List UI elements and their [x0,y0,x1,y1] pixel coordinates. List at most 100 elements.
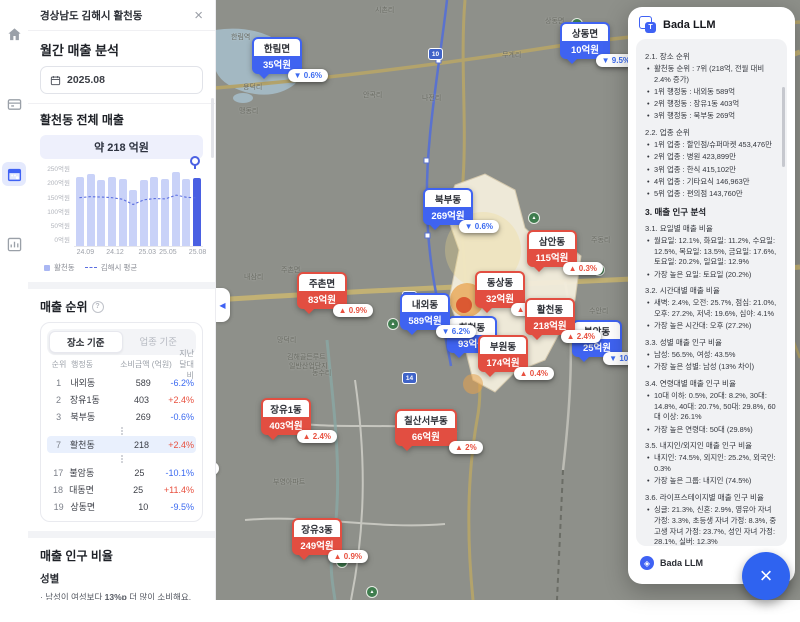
map-place-label: 맹동리 [239,106,258,116]
chart-x-axis: 24.0924.1225.0325.0525.08 [74,247,203,258]
llm-heading: 3.2. 시간대별 매출 비율 [645,285,778,296]
chart-icon[interactable] [2,232,26,256]
map-badge-samandong[interactable]: 삼안동115억원▲ 0.3% [527,230,577,267]
legend-swatch-bar [44,265,50,271]
legend-swatch-dash [85,267,97,268]
bada-llm-logo-icon: T [639,16,656,33]
llm-bullet: 3위 행정동 : 북부동 269억 [645,111,778,122]
app-root: 경상남도 김해시 활천동 × 월간 매출 분석 2025.08 활천동 전체 매… [0,0,800,600]
llm-bullet: 4위 업종 : 기타요식 146,963만 [645,177,778,188]
section-band [28,282,215,289]
map-badge-jangyu3[interactable]: 장유3동249억원▲ 0.9% [292,518,342,555]
tab-by-place[interactable]: 장소 기준 [49,331,123,353]
map-badge-bukbu[interactable]: 북부동269억원▼ 0.6% [423,188,473,225]
map-place-label: 주동리 [591,235,610,245]
calendar-small-icon [50,75,61,86]
calendar-icon[interactable] [2,162,26,186]
llm-heading: 3.4. 연령대별 매출 인구 비율 [645,378,778,389]
map-badge-dongsang[interactable]: 동상동32억원▲ 1.1% [475,271,525,308]
table-row[interactable]: 2장유1동403+2.4% [47,391,196,408]
llm-heading: 3.1. 요일별 매출 비율 [645,223,778,234]
page-title: 월간 매출 분석 [40,40,203,59]
llm-bullet: 남성: 56.5%, 여성: 43.5% [645,350,778,361]
llm-bullet: 내지인: 74.5%, 외지인: 25.2%, 외국인: 0.3% [645,453,778,474]
table-row[interactable]: 17불암동25-10.1% [47,464,196,481]
panel-collapse-button[interactable]: ◀ [215,288,230,322]
map-badge-buwon[interactable]: 부원동174억원▲ 0.4% [478,335,528,372]
map-place-label: 나전리 [422,93,441,103]
map-badge-hallim[interactable]: 한림면35억원▼ 0.6% [252,37,302,74]
llm-bullet: 새벽: 2.4%, 오전: 25.7%, 점심: 21.0%, 오후: 27.2… [645,298,778,319]
map-badge-hwalcheon[interactable]: 활천동218억원▲ 2.4% [525,298,575,335]
bada-llm-avatar: ◈ [640,556,654,570]
table-row-highlighted[interactable]: 7활천동218+2.4% [47,436,196,453]
llm-panel: T Bada LLM 2.1. 장소 순위활천동 순위 : 7위 (218억, … [628,7,795,584]
divider [28,103,215,104]
llm-bullet: 가장 높은 연령대: 50대 (29.8%) [645,425,778,436]
road-shield-icon: 10 [428,48,443,60]
total-sales-title: 활천동 전체 매출 [40,111,203,128]
llm-response-bubble: 2.1. 장소 순위활천동 순위 : 7위 (218억, 전월 대비 2.4% … [636,39,787,546]
card-icon[interactable] [2,92,26,116]
llm-bullet: 가장 높은 시간대: 오후 (27.2%) [645,321,778,332]
panel-scrollbar[interactable] [211,98,214,158]
llm-heading: 2.1. 장소 순위 [645,51,778,62]
gender-note: · 남성이 여성보다 13%p 더 많이 소비해요. [40,591,203,600]
llm-heading: 3. 매출 인구 분석 [645,206,778,218]
chart-plot-area [74,168,203,247]
llm-bullet: 가장 높은 요일: 토요일 (20.2%) [645,270,778,281]
llm-bullet: 싱글: 21.3%, 신혼: 2.9%, 영유아 자녀 가정: 3.3%, 초등… [645,505,778,546]
llm-bullet: 5위 업종 : 편의점 143,760만 [645,189,778,200]
ellipsis-row [47,453,196,464]
section-band [28,531,215,538]
table-row[interactable]: 19상동면10-9.5% [47,498,196,515]
monthly-sales-chart: 250억원200억원150억원100억원50억원0억원 24.0924.1225… [40,168,203,273]
month-picker-value: 2025.08 [67,74,105,86]
map-badge-sangdong[interactable]: 상동면10억원▼ 9.5% [560,22,610,59]
table-row[interactable]: 18대동면25+11.4% [47,481,196,498]
map-badge-chilsanseobu[interactable]: 칠산서부동66억원▲ 2% [395,409,457,446]
llm-bullet: 1위 행정동 : 내외동 589억 [645,87,778,98]
mountain-poi-icon: ▲ [366,586,378,598]
map-place-label: 용덕리 [243,82,262,92]
llm-bullet: 가장 높은 그룹: 내지인 (74.5%) [645,476,778,487]
map-badge-naeoe[interactable]: 내외동589억원▼ 6.2% [400,293,450,330]
map-place-label: 시촌리 [375,5,394,15]
llm-panel-title: Bada LLM [663,19,716,31]
map-place-label: 안곡리 [363,90,382,100]
ranking-card: 장소 기준 업종 기준 순위 행정동 소비금액 (억원) 지난달대비 1내외동5… [40,322,203,522]
llm-response-body: 2.1. 장소 순위활천동 순위 : 7위 (218억, 전월 대비 2.4% … [645,51,778,546]
map-place-label: 동수리 [312,368,331,378]
chart-average-line [74,168,203,246]
llm-scrollbar[interactable] [782,87,785,167]
map-place-label: 내삼리 [244,272,263,282]
ranking-title: 매출 순위? [40,298,203,315]
llm-bullet: 3위 업종 : 한식 415,102만 [645,165,778,176]
close-icon[interactable]: × [194,8,203,23]
llm-bullet: 월요일: 12.1%, 화요일: 11.2%, 수요일: 12.5%, 목요일:… [645,236,778,268]
llm-bullet: 활천동 순위 : 7위 (218억, 전월 대비 2.4% 증가) [645,64,778,85]
llm-heading: 3.6. 라이프스테이지별 매출 인구 비율 [645,492,778,503]
table-header: 순위 행정동 소비금액 (억원) 지난달대비 [47,355,196,374]
mountain-poi-icon: ▲ [528,212,540,224]
info-icon[interactable]: ? [92,301,104,313]
ellipsis-row [47,425,196,436]
chart-y-axis: 250억원200억원150억원100억원50억원0억원 [40,168,70,246]
llm-heading: 2.2. 업종 순위 [645,127,778,138]
table-row[interactable]: 1내외동589-6.2% [47,374,196,391]
home-icon[interactable] [2,22,26,46]
chart-legend: 활천동 김해시 평균 [44,262,203,273]
llm-bullet: 가장 높은 성별: 남성 (13% 차이) [645,362,778,373]
llm-bullet: 10대 이하: 0.5%, 20대: 8.2%, 30대: 14.8%, 40대… [645,391,778,423]
road-shield-icon: 14 [402,372,417,384]
gender-subtitle: 성별 [40,571,203,586]
close-chat-button[interactable]: × [742,552,790,600]
llm-heading: 3.3. 성별 매출 인구 비율 [645,337,778,348]
llm-bullet: 2위 행정동 : 장유1동 403억 [645,99,778,110]
month-picker[interactable]: 2025.08 [40,66,203,94]
map-badge-juchon[interactable]: 주촌면83억원▲ 0.9% [297,272,347,309]
table-row[interactable]: 3북부동269-0.6% [47,408,196,425]
map-place-label: 한림역 [231,32,250,42]
map-badge-jangyu1[interactable]: 장유1동403억원▲ 2.4% [261,398,311,435]
icon-rail [0,0,28,622]
